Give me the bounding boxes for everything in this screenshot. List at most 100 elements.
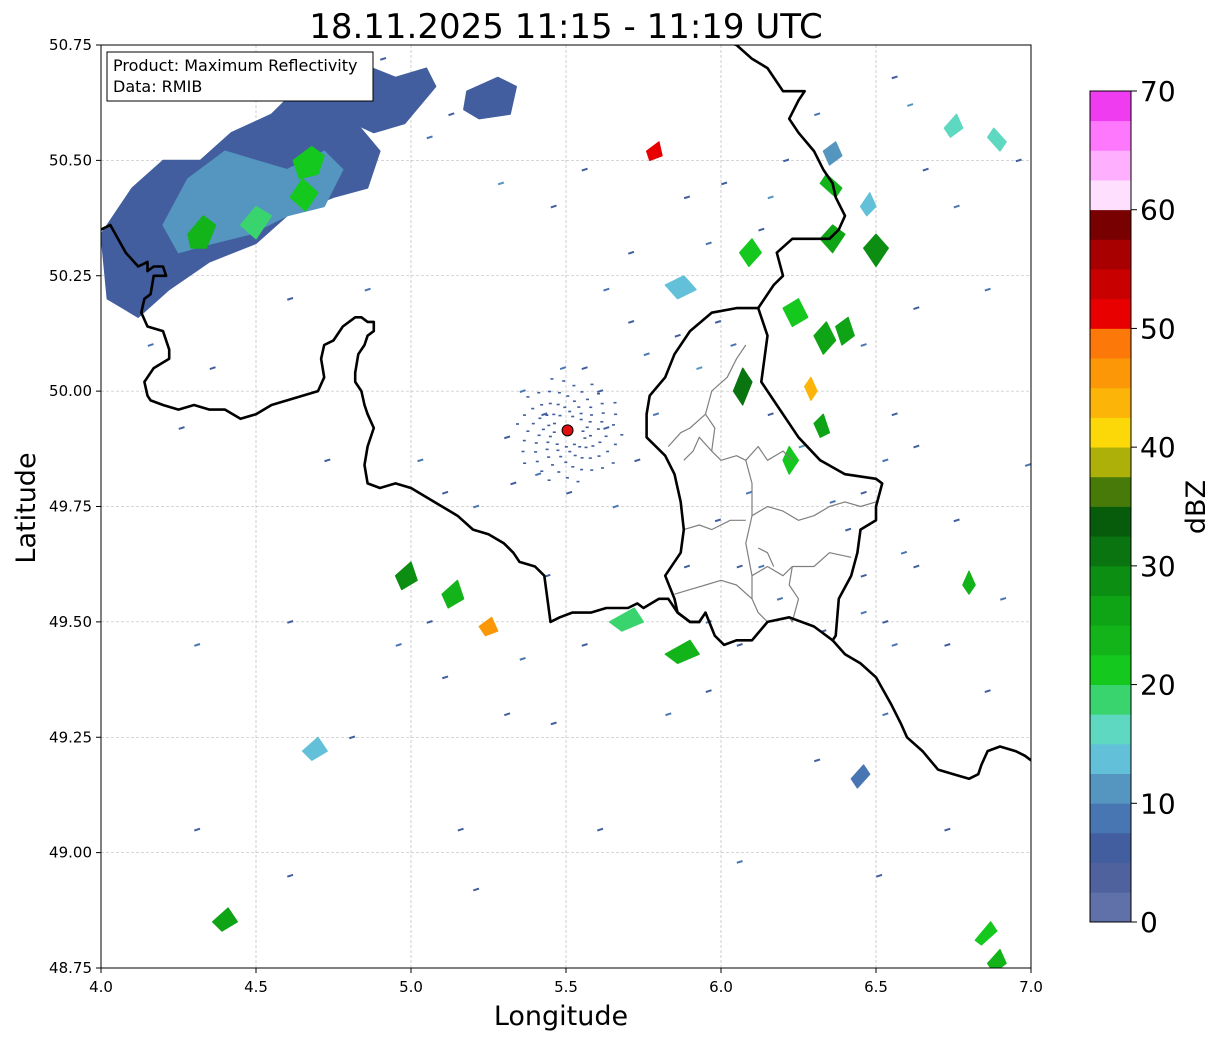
- clutter-echo: [526, 430, 530, 432]
- clutter-echo: [546, 441, 550, 444]
- clutter-echo: [573, 454, 577, 457]
- clutter-echo: [547, 479, 551, 481]
- x-tick-label-6: 7.0: [1019, 978, 1043, 996]
- y-tick-label-6: 50.25: [49, 267, 92, 285]
- clutter-echo: [548, 435, 552, 438]
- y-tick-label-3: 49.50: [49, 613, 92, 631]
- clutter-echo: [548, 402, 552, 405]
- clutter-echo: [526, 396, 530, 398]
- colorbar-segment-6: [1090, 714, 1131, 745]
- clutter-echo: [612, 424, 615, 426]
- clutter-echo: [614, 413, 618, 416]
- colorbar-tick-label-0: 0: [1140, 906, 1158, 939]
- clutter-echo: [597, 455, 601, 457]
- clutter-echo: [604, 435, 608, 438]
- x-tick-label-5: 6.5: [864, 978, 888, 996]
- clutter-echo: [557, 471, 561, 473]
- x-tick-label-0: 4.0: [89, 978, 113, 996]
- clutter-echo: [537, 434, 541, 437]
- clutter-echo: [531, 422, 535, 425]
- clutter-echo: [545, 448, 549, 451]
- x-tick-label-2: 5.0: [399, 978, 423, 996]
- clutter-echo: [611, 462, 615, 464]
- colorbar-segment-14: [1090, 476, 1131, 507]
- colorbar-segment-5: [1090, 743, 1131, 775]
- clutter-echo: [558, 414, 562, 417]
- clutter-echo: [580, 457, 584, 459]
- info-box: Product: Maximum Reflectivity Data: RMIB: [106, 51, 374, 102]
- colorbar-segment-0: [1090, 892, 1131, 923]
- clutter-echo: [590, 469, 594, 471]
- clutter-echo: [540, 404, 544, 406]
- clutter-echo: [588, 457, 592, 459]
- clutter-echo: [522, 439, 526, 442]
- colorbar-tick-label-4: 40: [1140, 431, 1176, 464]
- clutter-echo: [535, 460, 539, 463]
- colorbar-tick-label-5: 50: [1140, 312, 1176, 345]
- colorbar-segment-21: [1090, 269, 1131, 300]
- clutter-echo: [537, 391, 541, 394]
- clutter-echo: [578, 446, 582, 448]
- colorbar-segment-10: [1090, 595, 1131, 626]
- clutter-echo: [613, 401, 617, 404]
- y-axis-label: Latitude: [11, 452, 42, 563]
- clutter-echo: [568, 450, 572, 453]
- colorbar-label: dBZ: [1181, 480, 1212, 534]
- colorbar-segment-12: [1090, 536, 1131, 567]
- colorbar-tick-label-3: 30: [1140, 550, 1176, 583]
- clutter-echo: [620, 434, 624, 436]
- y-tick-label-1: 49.00: [49, 844, 92, 862]
- colorbar-segment-7: [1090, 684, 1131, 715]
- y-tick-label-4: 49.75: [49, 498, 92, 516]
- y-tick-label-8: 50.75: [49, 36, 92, 54]
- colorbar-segment-3: [1090, 803, 1131, 834]
- clutter-echo: [579, 412, 583, 415]
- chart-title: 18.11.2025 11:15 - 11:19 UTC: [309, 7, 823, 47]
- clutter-echo: [600, 402, 604, 405]
- colorbar-tick-label-1: 10: [1140, 787, 1176, 820]
- clutter-echo: [591, 445, 595, 447]
- clutter-echo: [556, 403, 560, 406]
- clutter-echo: [580, 391, 584, 393]
- colorbar-segment-16: [1090, 417, 1131, 448]
- clutter-echo: [585, 426, 589, 429]
- x-tick-label-4: 6.0: [709, 978, 733, 996]
- clutter-echo: [572, 384, 576, 387]
- clutter-echo: [523, 414, 526, 416]
- colorbar-segment-2: [1090, 832, 1131, 864]
- x-axis-label: Longitude: [494, 1001, 628, 1032]
- clutter-echo: [552, 413, 556, 416]
- radar-site-layer: [561, 424, 574, 437]
- colorbar-segment-15: [1090, 447, 1131, 478]
- clutter-echo: [565, 477, 569, 479]
- clutter-echo: [523, 462, 527, 464]
- y-tick-label-2: 49.25: [49, 728, 92, 746]
- clutter-echo: [586, 398, 589, 401]
- clutter-echo: [590, 414, 593, 416]
- clutter-echo: [534, 451, 538, 453]
- y-tick-label-5: 50.00: [49, 382, 92, 400]
- clutter-echo: [584, 446, 588, 449]
- colorbar-segment-8: [1090, 654, 1131, 685]
- clutter-echo: [600, 421, 604, 423]
- clutter-echo: [564, 446, 568, 448]
- colorbar: 0 10 20 30 40 50 60 70: [1089, 75, 1176, 939]
- clutter-echo: [563, 406, 567, 409]
- colorbar-segment-26: [1090, 120, 1131, 151]
- clutter-echo: [516, 423, 519, 425]
- clutter-echo: [550, 378, 554, 380]
- clutter-echo: [572, 443, 576, 446]
- clutter-echo: [596, 428, 600, 430]
- clutter-echo: [534, 442, 538, 444]
- clutter-echo: [577, 406, 581, 408]
- info-box-product: Product: Maximum Reflectivity: [113, 56, 357, 75]
- colorbar-segment-17: [1090, 387, 1131, 418]
- clutter-echo: [580, 468, 584, 471]
- colorbar-segment-13: [1090, 506, 1131, 537]
- clutter-echo: [564, 461, 568, 464]
- clutter-echo: [538, 417, 542, 420]
- clutter-echo: [589, 406, 593, 409]
- y-axis-ticks: 48.75 49.00 49.25 49.50 49.75 50.00 50.25 50.50…: [49, 36, 101, 977]
- colorbar-segment-27: [1090, 91, 1131, 122]
- clutter-echo: [553, 422, 556, 425]
